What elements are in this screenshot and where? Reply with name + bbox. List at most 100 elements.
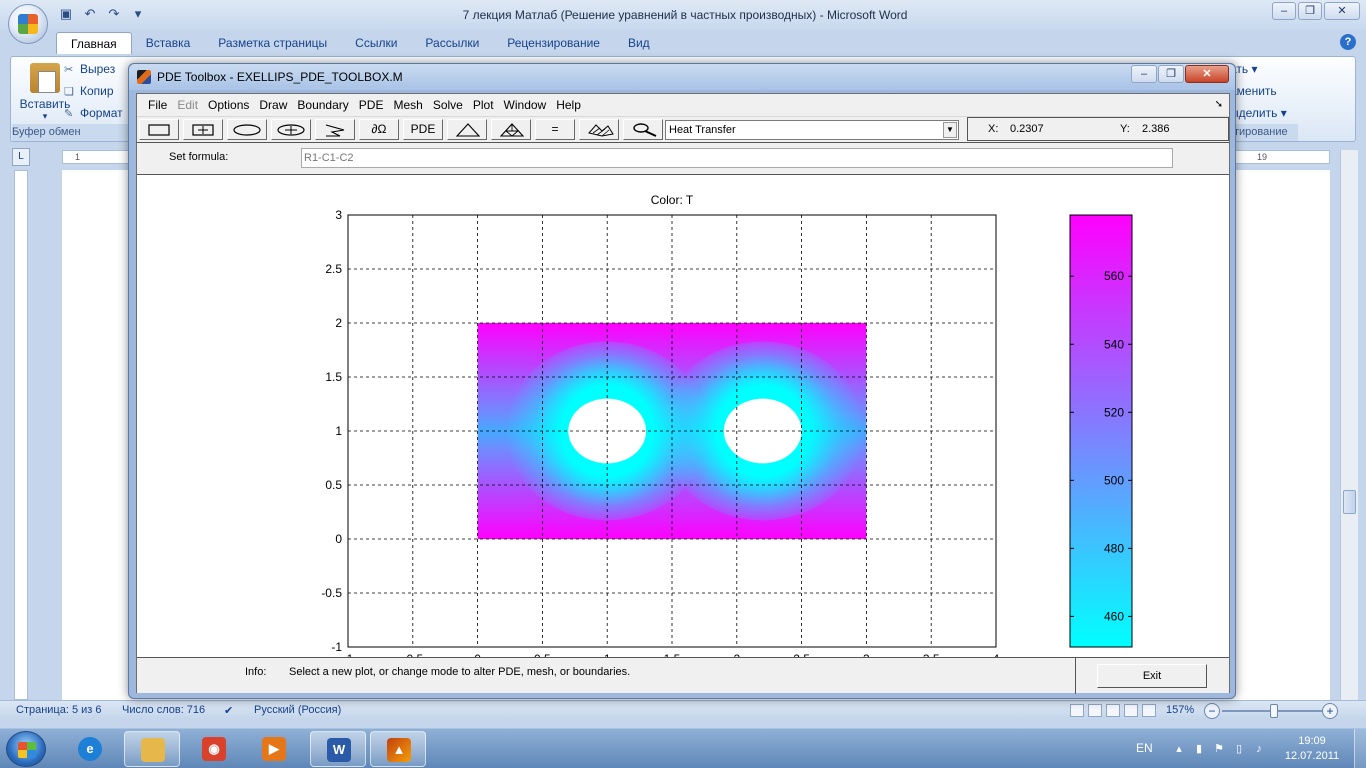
menu-file[interactable]: File bbox=[143, 94, 172, 116]
zoom-level[interactable]: 157% bbox=[1166, 704, 1194, 716]
cut-button[interactable]: ✂ Вырез bbox=[64, 60, 115, 78]
info-divider bbox=[1075, 658, 1076, 694]
tab-stop-selector[interactable]: L bbox=[12, 148, 30, 166]
ribbon-tab-review[interactable]: Рецензирование bbox=[493, 32, 614, 54]
menu-pde[interactable]: PDE bbox=[354, 94, 389, 116]
qat-dropdown-icon[interactable]: ▾ bbox=[130, 6, 146, 22]
menu-edit[interactable]: Edit bbox=[172, 94, 203, 116]
taskbar-word[interactable]: W bbox=[310, 731, 366, 767]
network-icon[interactable]: ▮ bbox=[1192, 742, 1206, 756]
taskbar-matlab[interactable]: ▲ bbox=[370, 731, 426, 767]
print-layout-icon[interactable] bbox=[1070, 704, 1084, 717]
application-mode-select[interactable]: Heat Transfer ▼ bbox=[665, 120, 959, 140]
save-icon[interactable]: ▣ bbox=[58, 6, 74, 22]
draw-rectangle-center-button[interactable] bbox=[183, 119, 223, 140]
solution-plot[interactable]: -1-0.500.511.522.533.54-1-0.500.511.522.… bbox=[137, 175, 1229, 657]
zoom-slider-thumb[interactable] bbox=[1270, 704, 1278, 718]
language-status[interactable]: Русский (Россия) bbox=[254, 704, 341, 716]
word-count-status[interactable]: Число слов: 716 bbox=[122, 704, 205, 716]
close-icon[interactable]: ✕ bbox=[1185, 65, 1229, 83]
menu-window[interactable]: Window bbox=[499, 94, 552, 116]
draft-icon[interactable] bbox=[1142, 704, 1156, 717]
menu-plot[interactable]: Plot bbox=[468, 94, 499, 116]
ribbon-tab-view[interactable]: Вид bbox=[614, 32, 664, 54]
pde-specification-button[interactable]: PDE bbox=[403, 119, 443, 140]
show-desktop-button[interactable] bbox=[1354, 729, 1366, 768]
help-icon[interactable]: ? bbox=[1340, 34, 1356, 50]
ribbon-tab-mailings[interactable]: Рассылки bbox=[411, 32, 493, 54]
pde-toolbox-window: PDE Toolbox - EXELLIPS_PDE_TOOLBOX.M – ❐… bbox=[128, 63, 1236, 699]
colorbar-tick-label: 540 bbox=[1104, 337, 1124, 351]
ribbon-tab-references[interactable]: Ссылки bbox=[341, 32, 411, 54]
menu-boundary[interactable]: Boundary bbox=[292, 94, 353, 116]
draw-ellipse-button[interactable] bbox=[227, 119, 267, 140]
cut-label: Вырез bbox=[80, 62, 116, 76]
draw-polygon-button[interactable] bbox=[315, 119, 355, 140]
y-tick-label: 0 bbox=[335, 532, 342, 546]
ribbon-tab-page-layout[interactable]: Разметка страницы bbox=[204, 32, 341, 54]
init-mesh-button[interactable] bbox=[447, 119, 487, 140]
document-scrollbar[interactable] bbox=[1340, 150, 1358, 702]
boundary-mode-button[interactable]: ∂Ω bbox=[359, 119, 399, 140]
triangle-mesh-icon bbox=[456, 123, 480, 137]
menu-draw[interactable]: Draw bbox=[254, 94, 292, 116]
word-icon: W bbox=[327, 738, 351, 762]
outline-icon[interactable] bbox=[1124, 704, 1138, 717]
colorbar-tick-label: 480 bbox=[1104, 541, 1124, 555]
menu-solve[interactable]: Solve bbox=[428, 94, 468, 116]
plot-area[interactable]: -1-0.500.511.522.533.54-1-0.500.511.522.… bbox=[137, 175, 1229, 657]
exit-button[interactable]: Exit bbox=[1097, 664, 1207, 688]
refine-mesh-button[interactable] bbox=[491, 119, 531, 140]
office-button[interactable] bbox=[8, 4, 48, 44]
pde-toolbar: ∂Ω PDE = Heat Transfer ▼ X: 0.2307 Y: 2.… bbox=[137, 116, 1229, 142]
taskbar-viewer[interactable]: ◉ bbox=[186, 731, 242, 767]
clock[interactable]: 19:09 12.07.2011 bbox=[1280, 734, 1344, 764]
copy-button[interactable]: ❏ Копир bbox=[64, 82, 114, 100]
format-painter-button[interactable]: ✎ Формат bbox=[64, 104, 123, 122]
menu-mesh[interactable]: Mesh bbox=[388, 94, 427, 116]
minimize-icon[interactable]: – bbox=[1131, 65, 1157, 83]
page-count-status[interactable]: Страница: 5 из 6 bbox=[16, 704, 102, 716]
taskbar-explorer[interactable] bbox=[124, 731, 180, 767]
redo-icon[interactable]: ↷ bbox=[106, 6, 122, 22]
zoom-in-icon[interactable]: + bbox=[1322, 703, 1338, 719]
restore-icon[interactable]: ❐ bbox=[1298, 2, 1322, 20]
pde-titlebar[interactable]: PDE Toolbox - EXELLIPS_PDE_TOOLBOX.M – ❐… bbox=[129, 64, 1235, 90]
undo-icon[interactable]: ↶ bbox=[82, 6, 98, 22]
ribbon-tab-home[interactable]: Главная bbox=[56, 32, 132, 54]
show-hidden-icons-icon[interactable]: ▴ bbox=[1172, 742, 1186, 756]
info-text: Select a new plot, or change mode to alt… bbox=[289, 666, 631, 678]
solve-pde-button[interactable]: = bbox=[535, 119, 575, 140]
draw-ellipse-center-button[interactable] bbox=[271, 119, 311, 140]
start-button[interactable] bbox=[6, 731, 46, 767]
minimize-icon[interactable]: – bbox=[1272, 2, 1296, 20]
draw-rectangle-button[interactable] bbox=[139, 119, 179, 140]
power-icon[interactable]: ▯ bbox=[1232, 742, 1246, 756]
chevron-down-icon[interactable]: ▼ bbox=[943, 122, 957, 138]
formula-row: Set formula: R1-C1-C2 bbox=[137, 142, 1229, 175]
colorbar: 460 480 500 520 540 560 bbox=[1069, 214, 1133, 648]
zoom-button[interactable] bbox=[623, 119, 663, 140]
restore-icon[interactable]: ❐ bbox=[1158, 65, 1184, 83]
language-indicator[interactable]: EN bbox=[1136, 741, 1153, 755]
taskbar-media[interactable]: ▶ bbox=[246, 731, 302, 767]
replace-button[interactable]: аменить bbox=[1230, 82, 1277, 100]
zoom-out-icon[interactable]: − bbox=[1204, 703, 1220, 719]
volume-icon[interactable]: ♪ bbox=[1252, 742, 1266, 756]
set-formula-input[interactable]: R1-C1-C2 bbox=[301, 148, 1173, 168]
full-screen-reading-icon[interactable] bbox=[1088, 704, 1102, 717]
select-button[interactable]: ыделить ▾ bbox=[1230, 104, 1287, 122]
action-center-icon[interactable]: ⚑ bbox=[1212, 742, 1226, 756]
dock-arrow-icon[interactable]: ➘ bbox=[1215, 99, 1223, 110]
scrollbar-thumb[interactable] bbox=[1343, 490, 1356, 514]
spellcheck-icon[interactable]: ✔ bbox=[224, 704, 233, 717]
web-layout-icon[interactable] bbox=[1106, 704, 1120, 717]
menu-options[interactable]: Options bbox=[203, 94, 254, 116]
menu-help[interactable]: Help bbox=[551, 94, 586, 116]
taskbar-ie[interactable]: e bbox=[62, 731, 118, 767]
close-icon[interactable]: ✕ bbox=[1324, 2, 1360, 20]
ribbon-tab-insert[interactable]: Вставка bbox=[132, 32, 205, 54]
plot-solution-button[interactable] bbox=[579, 119, 619, 140]
vertical-ruler[interactable] bbox=[14, 170, 28, 700]
folder-icon bbox=[141, 738, 165, 762]
